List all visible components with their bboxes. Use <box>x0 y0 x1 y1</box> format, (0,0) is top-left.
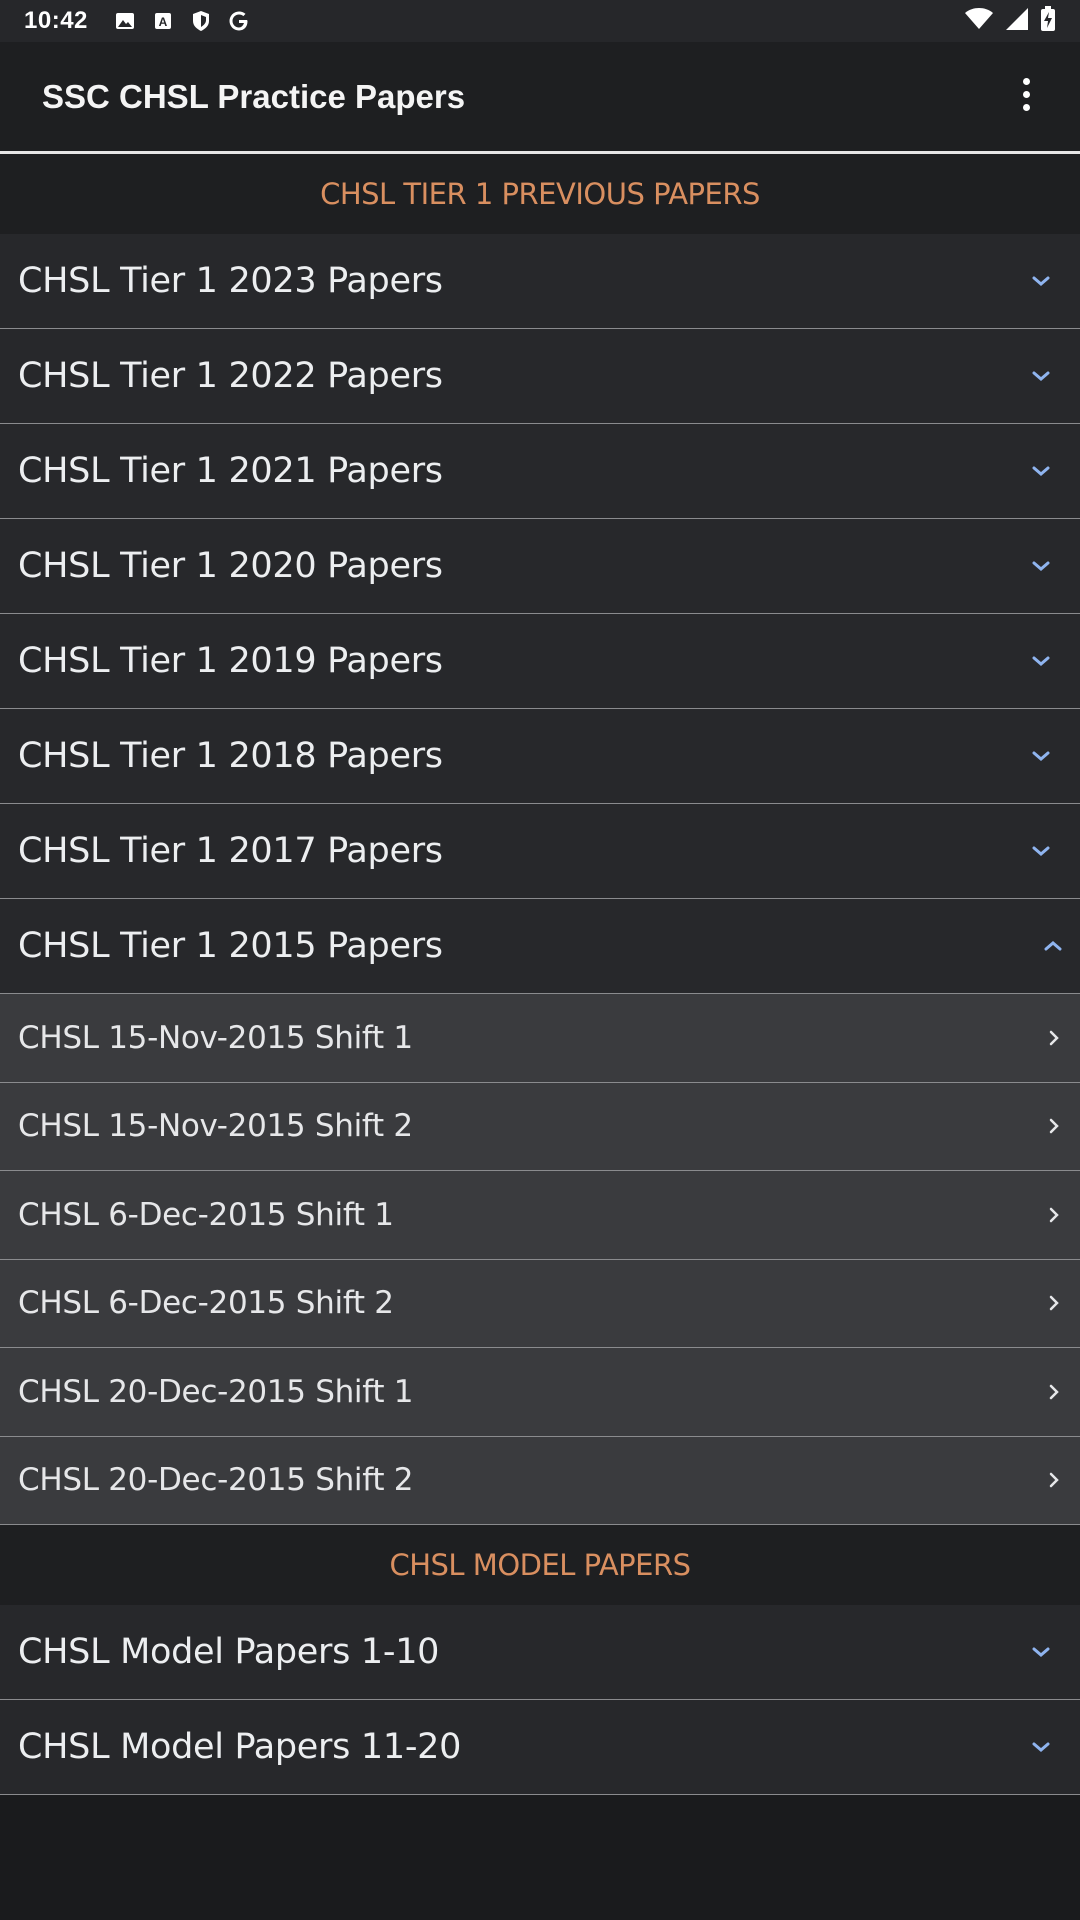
image-icon <box>110 6 140 36</box>
child-label: CHSL 20-Dec-2015 Shift 2 <box>18 1462 414 1499</box>
status-right-icons <box>964 5 1056 37</box>
group-row-2023[interactable]: CHSL Tier 1 2023 Papers <box>0 234 1080 329</box>
shield-icon <box>186 6 216 36</box>
app-bar: SSC CHSL Practice Papers <box>0 42 1080 154</box>
chevron-up-icon <box>1040 933 1066 959</box>
chevron-right-icon <box>1044 1202 1064 1228</box>
group-label: CHSL Tier 1 2022 Papers <box>18 356 443 396</box>
child-row-paper[interactable]: CHSL 6-Dec-2015 Shift 1 <box>0 1171 1080 1260</box>
chevron-down-icon <box>1028 458 1054 484</box>
chevron-down-icon <box>1028 648 1054 674</box>
group-label: CHSL Model Papers 11-20 <box>18 1727 462 1767</box>
child-label: CHSL 6-Dec-2015 Shift 1 <box>18 1196 394 1233</box>
child-label: CHSL 6-Dec-2015 Shift 2 <box>18 1285 394 1322</box>
group-label: CHSL Model Papers 1-10 <box>18 1632 440 1672</box>
chevron-down-icon <box>1028 1639 1054 1665</box>
child-row-paper[interactable]: CHSL 20-Dec-2015 Shift 2 <box>0 1436 1080 1525</box>
chevron-down-icon <box>1028 363 1054 389</box>
more-vert-icon[interactable] <box>996 64 1056 124</box>
group-row-model-1-10[interactable]: CHSL Model Papers 1-10 <box>0 1605 1080 1700</box>
child-row-paper[interactable]: CHSL 6-Dec-2015 Shift 2 <box>0 1259 1080 1348</box>
chevron-down-icon <box>1028 553 1054 579</box>
chevron-right-icon <box>1044 1290 1064 1316</box>
chevron-down-icon <box>1028 1734 1054 1760</box>
group-label: CHSL Tier 1 2021 Papers <box>18 451 443 491</box>
group-label: CHSL Tier 1 2023 Papers <box>18 261 443 301</box>
child-label: CHSL 20-Dec-2015 Shift 1 <box>18 1373 414 1410</box>
group-row-model-11-20[interactable]: CHSL Model Papers 11-20 <box>0 1700 1080 1795</box>
child-row-paper[interactable]: CHSL 20-Dec-2015 Shift 1 <box>0 1348 1080 1437</box>
child-label: CHSL 15-Nov-2015 Shift 1 <box>18 1019 413 1056</box>
group-row-2017[interactable]: CHSL Tier 1 2017 Papers <box>0 804 1080 899</box>
group-label: CHSL Tier 1 2017 Papers <box>18 831 443 871</box>
status-time: 10:42 <box>24 7 88 34</box>
child-row-paper[interactable]: CHSL 15-Nov-2015 Shift 1 <box>0 994 1080 1083</box>
chevron-right-icon <box>1044 1467 1064 1493</box>
group-row-2021[interactable]: CHSL Tier 1 2021 Papers <box>0 424 1080 519</box>
app-title: SSC CHSL Practice Papers <box>42 77 466 115</box>
chevron-down-icon <box>1028 743 1054 769</box>
group-row-2018[interactable]: CHSL Tier 1 2018 Papers <box>0 709 1080 804</box>
google-g-icon <box>224 6 254 36</box>
a-badge-icon: A <box>148 6 178 36</box>
svg-text:A: A <box>159 15 168 29</box>
group-label: CHSL Tier 1 2015 Papers <box>18 926 443 966</box>
chevron-down-icon <box>1028 268 1054 294</box>
section-header-model-papers: CHSL MODEL PAPERS <box>0 1525 1080 1605</box>
group-label: CHSL Tier 1 2018 Papers <box>18 736 443 776</box>
chevron-right-icon <box>1044 1379 1064 1405</box>
group-row-2015[interactable]: CHSL Tier 1 2015 Papers <box>0 899 1080 994</box>
group-row-2022[interactable]: CHSL Tier 1 2022 Papers <box>0 329 1080 424</box>
group-row-2019[interactable]: CHSL Tier 1 2019 Papers <box>0 614 1080 709</box>
status-bar: 10:42 A <box>0 0 1080 42</box>
child-label: CHSL 15-Nov-2015 Shift 2 <box>18 1108 413 1145</box>
chevron-right-icon <box>1044 1025 1064 1051</box>
papers-list: CHSL TIER 1 PREVIOUS PAPERS CHSL Tier 1 … <box>0 154 1080 1795</box>
group-label: CHSL Tier 1 2020 Papers <box>18 546 443 586</box>
cell-signal-icon <box>1004 7 1030 36</box>
group-label: CHSL Tier 1 2019 Papers <box>18 641 443 681</box>
chevron-down-icon <box>1028 838 1054 864</box>
group-row-2020[interactable]: CHSL Tier 1 2020 Papers <box>0 519 1080 614</box>
child-row-paper[interactable]: CHSL 15-Nov-2015 Shift 2 <box>0 1082 1080 1171</box>
battery-charging-icon <box>1040 5 1056 37</box>
wifi-icon <box>964 7 994 36</box>
section-header-previous-papers: CHSL TIER 1 PREVIOUS PAPERS <box>0 154 1080 234</box>
chevron-right-icon <box>1044 1113 1064 1139</box>
